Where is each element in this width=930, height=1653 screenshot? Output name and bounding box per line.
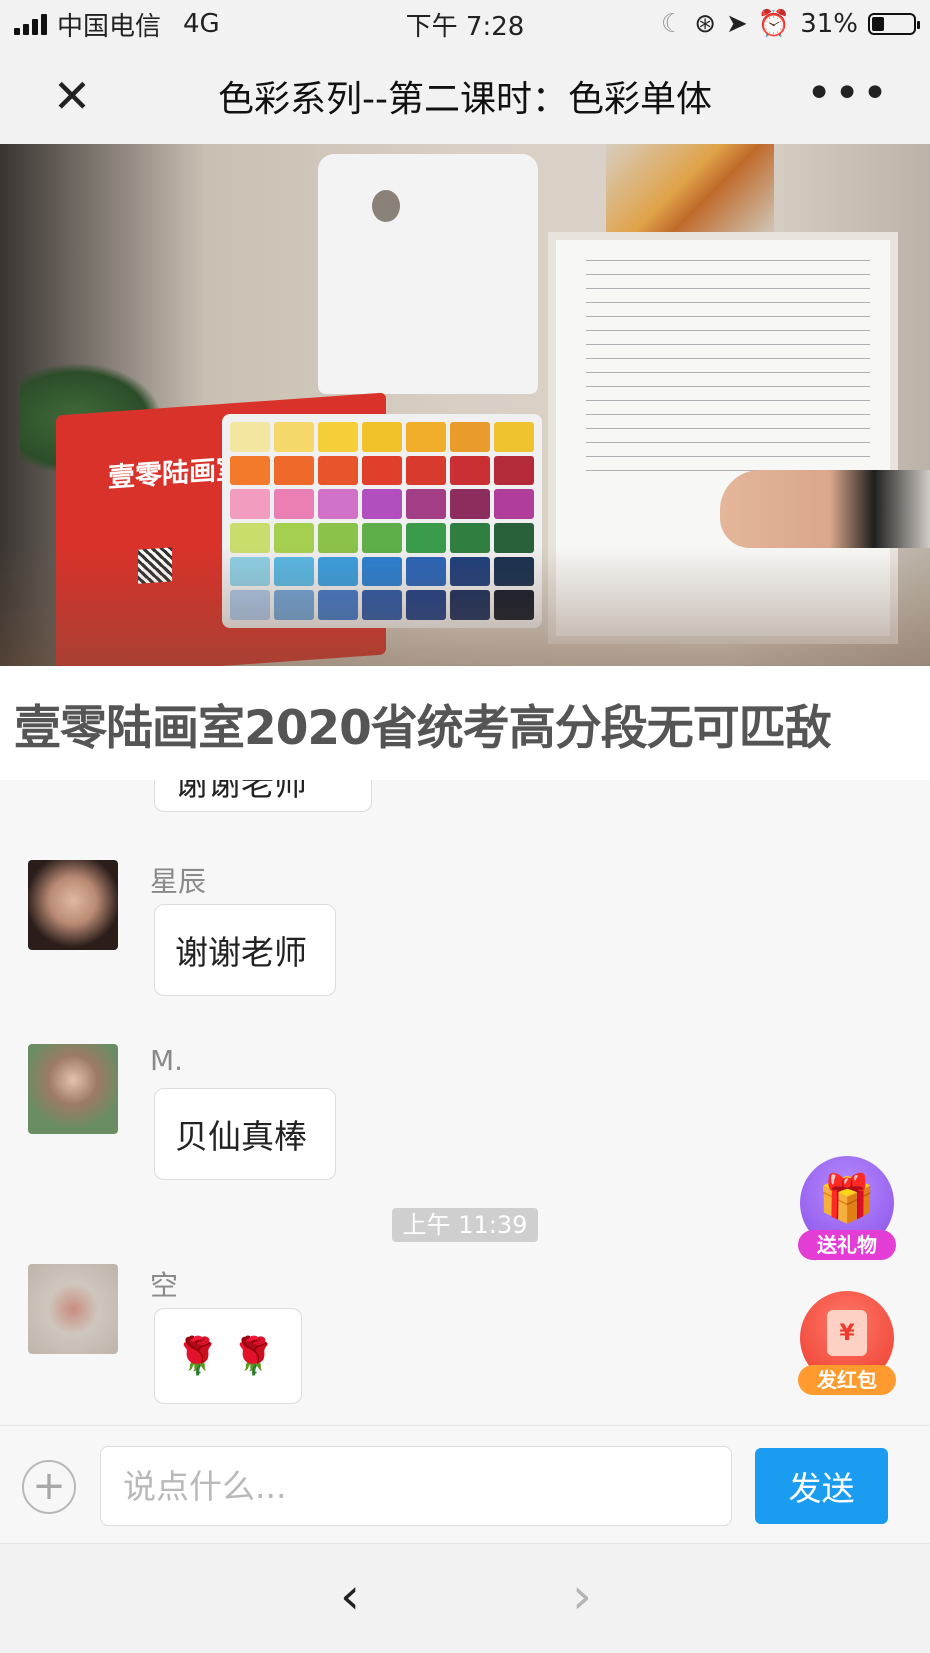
red-packet-label: 发红包 xyxy=(798,1365,896,1395)
battery-icon xyxy=(868,13,920,35)
sender-name: 空 xyxy=(150,1269,179,1302)
battery-fill xyxy=(872,17,885,31)
message-bubble: 🌹 🌹 xyxy=(154,1308,302,1404)
timestamp: 上午 11:39 xyxy=(392,1208,538,1242)
location-icon: ➤ xyxy=(726,9,748,39)
avatar[interactable] xyxy=(28,1264,118,1354)
status-bar: 中国电信 4G 下午 7:28 ☾ ⊛ ➤ ⏰ 31% xyxy=(0,0,930,48)
sender-name: M. xyxy=(150,1044,184,1077)
plus-icon[interactable]: + xyxy=(22,1460,76,1514)
close-icon[interactable]: ✕ xyxy=(48,72,96,120)
input-bar: + 发送 xyxy=(0,1425,930,1543)
banner-text: 壹零陆画室2020省统考高分段无可匹敌 xyxy=(14,700,832,756)
gift-icon: 🎁 xyxy=(818,1170,876,1225)
more-icon[interactable]: ••• xyxy=(806,70,890,118)
network-label: 4G xyxy=(183,9,220,39)
live-video[interactable]: 壹零陆画室 xyxy=(0,144,930,666)
red-packet-button[interactable]: ¥ 发红包 xyxy=(798,1291,896,1395)
moon-icon: ☾ xyxy=(660,9,685,39)
easel-tray xyxy=(318,154,538,394)
lock-rotation-icon: ⊛ xyxy=(694,9,717,39)
sender-name: 星辰 xyxy=(150,865,207,898)
page-title: 色彩系列--第二课时：色彩单体 xyxy=(218,79,712,120)
red-packet-icon: ¥ xyxy=(827,1310,867,1356)
message-bubble: 贝仙真棒 xyxy=(154,1088,336,1180)
message-bubble: 谢谢老师 xyxy=(154,780,372,812)
alarm-icon: ⏰ xyxy=(757,9,791,39)
send-button[interactable]: 发送 xyxy=(755,1448,888,1524)
bottom-toolbar: ‹ › xyxy=(0,1543,930,1653)
back-icon[interactable]: ‹ xyxy=(330,1568,370,1624)
forward-icon[interactable]: › xyxy=(562,1568,602,1624)
status-left: 中国电信 4G xyxy=(14,6,220,43)
chat-list[interactable]: 谢谢老师 星辰 谢谢老师 M. 贝仙真棒 上午 11:39 空 🌹 🌹 🎁 送礼… xyxy=(0,780,930,1425)
message-input[interactable] xyxy=(100,1446,732,1526)
battery-percent: 31% xyxy=(800,9,858,39)
hand-image xyxy=(720,470,930,548)
carrier-label: 中国电信 xyxy=(57,11,162,42)
status-right: ☾ ⊛ ➤ ⏰ 31% xyxy=(660,9,920,39)
nav-bar: ✕ 色彩系列--第二课时：色彩单体 ••• xyxy=(0,48,930,144)
still-life-photo xyxy=(606,144,774,232)
promo-banner: 壹零陆画室2020省统考高分段无可匹敌 xyxy=(0,666,930,780)
signal-icon xyxy=(14,13,47,35)
gift-label: 送礼物 xyxy=(798,1230,896,1260)
message-bubble: 谢谢老师 xyxy=(154,904,336,996)
send-gift-button[interactable]: 🎁 送礼物 xyxy=(798,1156,896,1260)
avatar[interactable] xyxy=(28,860,118,950)
avatar[interactable] xyxy=(28,1044,118,1134)
